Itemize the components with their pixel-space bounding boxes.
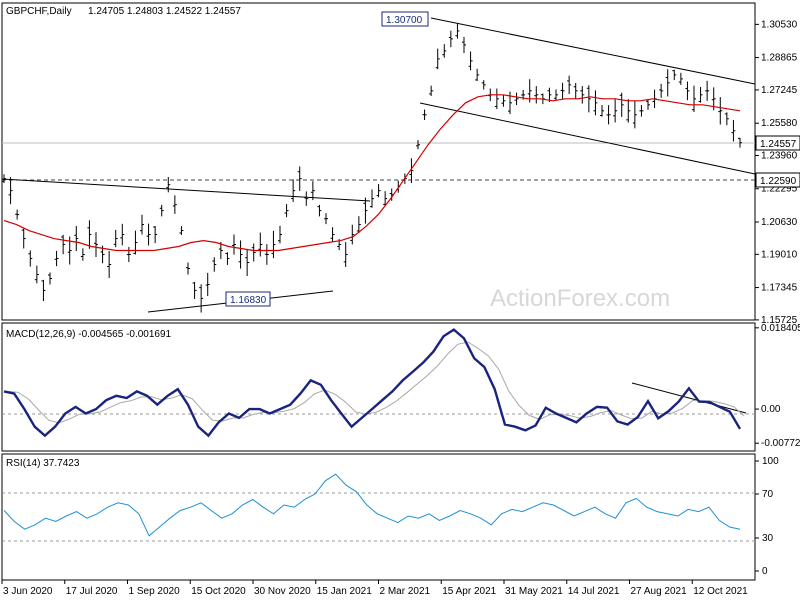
watermark: ActionForex.com <box>490 285 670 312</box>
price-pane-title: GBPCHF,Daily <box>6 6 72 17</box>
price-tick-label: 1.30530 <box>761 19 798 30</box>
price-ohlc-label: 1.24705 1.24803 1.24522 1.24557 <box>88 6 241 17</box>
price-tick-label: 1.17345 <box>761 283 798 294</box>
date-tick-label: 31 May 2021 <box>505 586 563 597</box>
rsi-tick-label: 70 <box>762 489 774 500</box>
macd-tick-label: 0.018405 <box>761 323 800 334</box>
price-pane: GBPCHF,Daily 1.24705 1.24803 1.24522 1.2… <box>1 2 800 326</box>
macd-tick-label: -0.007724 <box>761 438 800 449</box>
price-tick-label: 1.28865 <box>761 53 798 64</box>
price-tick-label: 1.20630 <box>761 217 798 228</box>
macd-pane-title: MACD(12,26,9) -0.004565 -0.001691 <box>6 329 172 340</box>
date-tick-label: 17 Jul 2020 <box>66 586 118 597</box>
rsi-pane: RSI(14) 37.7423 100 70 30 0 <box>1 453 779 581</box>
rsi-pane-title: RSI(14) 37.7423 <box>6 458 80 469</box>
macd-pane: MACD(12,26,9) -0.004565 -0.001691 0.0184… <box>1 322 800 452</box>
date-tick-label: 3 Jun 2020 <box>3 586 53 597</box>
rsi-tick-label: 100 <box>762 456 779 467</box>
date-tick-label: 27 Aug 2021 <box>631 586 688 597</box>
date-tick-label: 14 Jul 2021 <box>568 586 620 597</box>
date-tick-label: 12 Oct 2021 <box>693 586 748 597</box>
price-tick-label: 1.19010 <box>761 249 798 260</box>
last-price-tag-label: 1.24557 <box>760 139 797 150</box>
date-tick-label: 30 Nov 2020 <box>254 586 311 597</box>
rsi-tick-label: 0 <box>762 566 768 577</box>
date-tick-label: 2 Mar 2021 <box>380 586 431 597</box>
forex-chart: GBPCHF,Daily 1.24705 1.24803 1.24522 1.2… <box>0 0 800 600</box>
rsi-tick-label: 30 <box>762 533 774 544</box>
price-tick-label: 1.25580 <box>761 118 798 129</box>
date-tick-label: 1 Sep 2020 <box>129 586 181 597</box>
low-annotation-label: 1.16830 <box>230 295 267 306</box>
price-tick-label: 1.27245 <box>761 85 798 96</box>
date-tick-label: 15 Jan 2021 <box>317 586 372 597</box>
level-price-tag-label: 1.22590 <box>760 176 797 187</box>
price-tick-label: 1.23960 <box>761 151 798 162</box>
macd-tick-label: 0.00 <box>761 404 781 415</box>
date-tick-label: 15 Oct 2020 <box>191 586 246 597</box>
high-annotation-label: 1.30700 <box>386 15 423 26</box>
date-tick-label: 15 Apr 2021 <box>442 586 496 597</box>
